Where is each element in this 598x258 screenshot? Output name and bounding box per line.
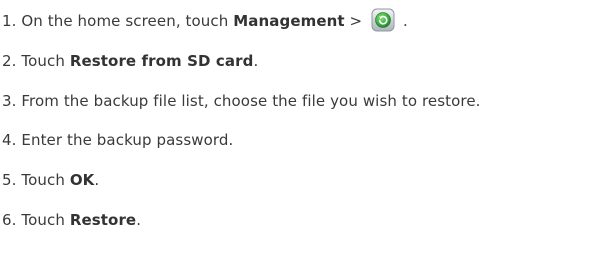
backup-app-icon	[371, 8, 395, 32]
step-5-keyword: OK	[69, 171, 95, 189]
step-3: 3. From the backup file list, choose the…	[2, 89, 481, 113]
step-5-end: .	[94, 171, 100, 189]
step-1: 1. On the home screen, touch Management …	[2, 8, 408, 33]
step-1-text: On the home screen, touch	[21, 12, 234, 30]
step-2-keyword: Restore from SD card	[69, 52, 254, 70]
step-2-end: .	[253, 52, 259, 70]
step-4: 4. Enter the backup password.	[2, 128, 233, 152]
step-1-separator: >	[344, 12, 368, 30]
step-1-number: 1.	[2, 12, 17, 30]
step-6-number: 6.	[2, 211, 17, 229]
step-4-text: Enter the backup password.	[21, 131, 234, 149]
step-4-number: 4.	[2, 131, 17, 149]
step-1-end: .	[398, 12, 408, 30]
step-6: 6. Touch Restore.	[2, 208, 141, 232]
step-3-number: 3.	[2, 92, 17, 110]
step-3-text: From the backup file list, choose the fi…	[21, 92, 481, 110]
step-2-number: 2.	[2, 52, 17, 70]
step-5-text: Touch	[21, 171, 70, 189]
step-2-text: Touch	[21, 52, 70, 70]
step-6-end: .	[136, 211, 142, 229]
step-6-text: Touch	[21, 211, 70, 229]
step-2: 2. Touch Restore from SD card.	[2, 49, 258, 73]
step-1-keyword: Management	[233, 12, 345, 30]
step-5-number: 5.	[2, 171, 17, 189]
step-6-keyword: Restore	[69, 211, 137, 229]
step-5: 5. Touch OK.	[2, 168, 99, 192]
